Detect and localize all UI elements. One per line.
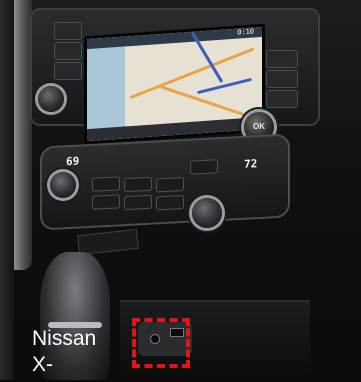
climate-button[interactable] — [92, 194, 120, 210]
left-temp-knob[interactable] — [50, 172, 76, 198]
right-temp-display: 72 — [244, 157, 258, 171]
map-route — [197, 77, 252, 95]
caption: Nissan X- — [32, 326, 96, 378]
climate-button[interactable] — [156, 195, 184, 211]
head-unit-button[interactable] — [54, 22, 82, 40]
volume-knob[interactable] — [38, 86, 64, 112]
head-unit-button[interactable] — [266, 50, 298, 68]
climate-button[interactable] — [124, 194, 152, 211]
head-unit-button[interactable] — [266, 90, 298, 108]
left-temp-display: 69 — [66, 154, 80, 169]
right-temp-knob[interactable] — [192, 198, 222, 228]
climate-panel: 69 72 — [40, 133, 290, 231]
head-unit-button[interactable] — [54, 62, 82, 80]
climate-button[interactable] — [92, 176, 120, 192]
climate-button[interactable] — [156, 177, 184, 193]
map-road — [129, 47, 255, 100]
head-unit-button[interactable] — [266, 70, 298, 88]
map-water — [87, 36, 125, 142]
climate-button[interactable] — [124, 176, 152, 193]
climate-button[interactable] — [190, 159, 218, 175]
navigation-screen[interactable]: 0:10 — [84, 23, 265, 145]
caption-line-2: X- — [32, 353, 53, 376]
screen-time: 0:10 — [237, 27, 254, 37]
ok-knob-label: OK — [253, 122, 265, 131]
highlight-box — [132, 318, 190, 368]
head-unit-button[interactable] — [54, 42, 82, 60]
caption-line-1: Nissan — [32, 327, 97, 350]
